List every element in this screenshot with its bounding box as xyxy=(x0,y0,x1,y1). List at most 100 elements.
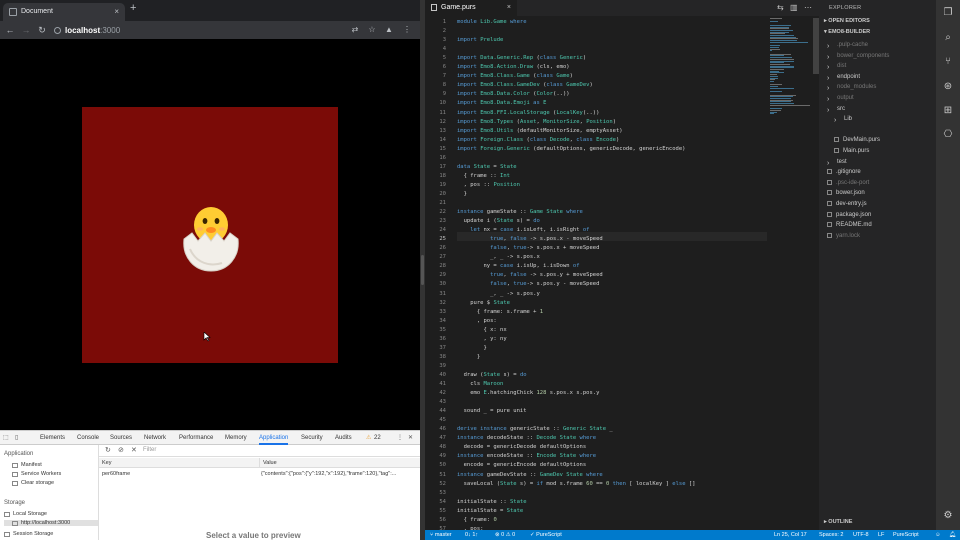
explorer-folder[interactable]: › bower_components xyxy=(827,51,889,61)
menu-kebab-icon[interactable]: ⋮ xyxy=(402,24,412,36)
code-line[interactable]: instance encodeState :: Encode State whe… xyxy=(457,452,596,461)
table-cell-value[interactable]: {"contents":{"pos":{"y":192,"x":192},"fr… xyxy=(261,469,418,479)
code-line[interactable]: import Emo8.Action.Draw (cls, emo) xyxy=(457,63,570,72)
sidebar-item-service-workers[interactable]: Service Workers xyxy=(12,471,61,477)
inspect-icon[interactable]: ⬚ xyxy=(3,431,9,445)
new-tab-button[interactable]: + xyxy=(130,2,136,14)
code-line[interactable]: sound _ = pure unit xyxy=(457,407,527,416)
code-line[interactable]: } xyxy=(457,344,486,353)
code-line[interactable]: initialState :: State xyxy=(457,498,527,507)
sidebar-item-local-storage[interactable]: Local Storage xyxy=(4,511,47,517)
info-icon[interactable] xyxy=(54,27,61,34)
explorer-file[interactable]: package.json xyxy=(827,210,871,220)
sidebar-item-manifest[interactable]: Manifest xyxy=(12,462,42,468)
device-toggle-icon[interactable]: ▯ xyxy=(15,431,18,445)
close-tab-icon[interactable]: × xyxy=(114,3,119,21)
code-line[interactable]: } xyxy=(457,353,480,362)
devtools-close-icon[interactable]: ✕ xyxy=(408,431,413,445)
code-line[interactable]: derive instance genericState :: Generic … xyxy=(457,425,613,434)
code-line[interactable]: import Emo8.Types (Asset, MonitorSize, P… xyxy=(457,118,616,127)
sidebar-item-clear-storage[interactable]: Clear storage xyxy=(12,480,54,486)
code-line[interactable]: ny = case i.isUp, i.isDown of xyxy=(457,262,579,271)
devtools-tab-memory[interactable]: Memory xyxy=(225,431,247,445)
code-line[interactable]: } xyxy=(457,190,467,199)
bookmark-star-icon[interactable]: ☆ xyxy=(367,24,377,36)
filter-input[interactable]: Filter xyxy=(143,447,156,453)
project-section[interactable]: ▾ EMO8-BUILDER xyxy=(824,29,870,35)
devtools-menu-icon[interactable]: ⋮ xyxy=(397,431,403,445)
explorer-folder[interactable]: › node_modules xyxy=(827,82,876,92)
clear-icon[interactable]: ⊘ xyxy=(118,446,124,454)
code-line[interactable]: import Emo8.Utils (defaultMonitorSize, e… xyxy=(457,127,623,136)
explorer-folder[interactable]: › .pulp-cache xyxy=(827,40,868,50)
explorer-file[interactable]: .psc-ide-port xyxy=(827,178,869,188)
code-line[interactable]: module Lib.Game where xyxy=(457,18,527,27)
code-line[interactable]: { frame: 0 xyxy=(457,516,497,525)
code-line[interactable]: import Emo8.Data.Emoji as E xyxy=(457,99,546,108)
encoding-status[interactable]: UTF-8 xyxy=(853,530,869,540)
code-line[interactable]: import Emo8.Class.Game (class Game) xyxy=(457,72,573,81)
code-line[interactable]: { frame: s.frame + 1 xyxy=(457,308,543,317)
code-line[interactable]: decode = genericDecode defaultOptions xyxy=(457,443,587,452)
code-line[interactable]: initialState = State xyxy=(457,507,523,516)
extension-icon[interactable]: ▲ xyxy=(384,24,394,36)
devtools-tab-audits[interactable]: Audits xyxy=(335,431,352,445)
notifications-icon[interactable]: 🔔︎ xyxy=(949,530,956,540)
code-line[interactable]: , pos: xyxy=(457,317,497,326)
devtools-tab-sources[interactable]: Sources xyxy=(110,431,132,445)
code-line[interactable]: , y: ny xyxy=(457,335,506,344)
explorer-file[interactable]: yarn.lock xyxy=(827,231,860,241)
eol-status[interactable]: LF xyxy=(878,530,884,540)
browser-tab[interactable]: Document × xyxy=(3,3,125,21)
column-header-value[interactable]: Value xyxy=(259,458,420,468)
game-canvas[interactable] xyxy=(82,107,338,363)
language-server-status[interactable]: ✓ PureScript xyxy=(530,530,562,540)
explorer-file[interactable]: Main.purs xyxy=(834,146,869,156)
code-line[interactable]: { frame :: Int xyxy=(457,172,510,181)
code-line[interactable]: _, _ -> s.pos.y xyxy=(457,290,540,299)
code-line[interactable]: true, false -> s.pos.x - moveSpeed xyxy=(457,235,603,244)
minimap[interactable] xyxy=(768,16,816,116)
explorer-folder[interactable]: › output xyxy=(827,93,854,103)
code-editor[interactable]: module Lib.Game where import Prelude impor… xyxy=(457,16,767,530)
back-arrow-icon[interactable]: ← xyxy=(4,21,16,39)
code-line[interactable]: _, _ -> s.pos.x xyxy=(457,253,540,262)
editor-tab-game-purs[interactable]: Game.purs × xyxy=(425,0,517,16)
address-bar[interactable]: localhost:3000 xyxy=(53,24,343,37)
code-line[interactable]: emo E.hatchingChick 128 s.pos.x s.pos.y xyxy=(457,389,599,398)
extensions-icon[interactable]: ⊞ xyxy=(942,105,954,117)
column-header-key[interactable]: Key xyxy=(99,458,259,468)
explorer-file[interactable]: DevMain.purs xyxy=(834,135,880,145)
code-line[interactable]: false, true-> s.pos.x + moveSpeed xyxy=(457,244,599,253)
code-line[interactable]: instance gameState :: Game State where xyxy=(457,208,583,217)
forward-arrow-icon[interactable]: → xyxy=(20,21,32,39)
sidebar-item-localhost[interactable]: http://localhost:3000 xyxy=(4,520,98,526)
warning-count[interactable]: 22 xyxy=(374,431,381,445)
code-line[interactable]: , pos :: Position xyxy=(457,181,520,190)
devtools-tab-security[interactable]: Security xyxy=(301,431,323,445)
cursor-position[interactable]: Ln 25, Col 17 xyxy=(774,530,807,540)
remote-icon[interactable]: ⎔ xyxy=(942,129,954,141)
code-line[interactable]: instance decodeState :: Decode State whe… xyxy=(457,434,596,443)
drag-handle[interactable] xyxy=(421,255,424,285)
devtools-tab-console[interactable]: Console xyxy=(77,431,99,445)
explorer-folder[interactable]: › test xyxy=(827,157,847,167)
explorer-file[interactable]: .gitignore xyxy=(827,167,861,177)
branch-status[interactable]: ⑂ master xyxy=(430,530,452,540)
debug-icon[interactable]: ⊛ xyxy=(942,81,954,93)
more-actions-icon[interactable]: ⋯ xyxy=(804,3,812,12)
code-line[interactable]: import Data.Generic.Rep (class Generic) xyxy=(457,54,586,63)
close-icon[interactable]: × xyxy=(507,0,511,16)
explorer-folder[interactable]: › dist xyxy=(827,61,846,71)
gear-icon[interactable]: ⚙ xyxy=(942,510,954,522)
explorer-file[interactable]: dev-entry.js xyxy=(827,199,867,209)
reload-icon[interactable]: ↻ xyxy=(36,21,48,39)
code-line[interactable]: instance gameDevState :: GameDev State w… xyxy=(457,471,603,480)
code-line[interactable]: true, false -> s.pos.y + moveSpeed xyxy=(457,271,603,280)
devtools-tab-application[interactable]: Application xyxy=(259,431,289,445)
code-line[interactable]: { x: nx xyxy=(457,326,506,335)
feedback-icon[interactable]: ☺ xyxy=(935,530,941,540)
table-cell-key[interactable]: per60frame xyxy=(102,469,257,479)
explorer-file[interactable]: bower.json xyxy=(827,188,865,198)
language-mode[interactable]: PureScript xyxy=(893,530,919,540)
